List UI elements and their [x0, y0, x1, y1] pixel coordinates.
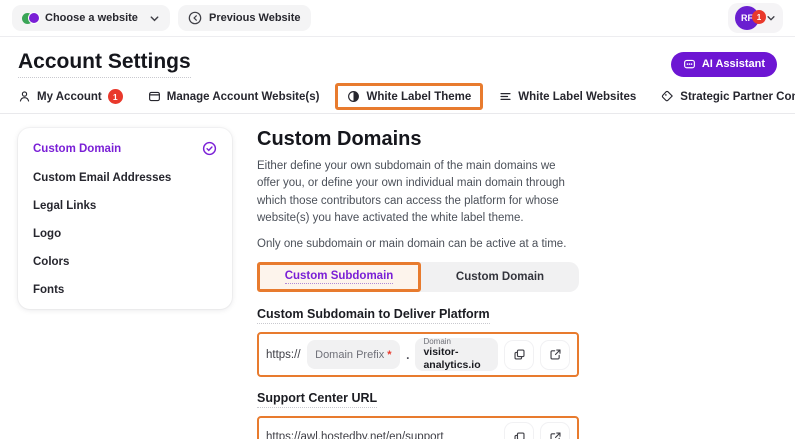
page-header: Account Settings AI Assistant [0, 37, 795, 87]
domain-prefix-input[interactable]: Domain Prefix * [307, 340, 401, 369]
ai-assistant-label: AI Assistant [702, 58, 765, 70]
tab-white-label-websites[interactable]: White Label Websites [499, 90, 636, 103]
domain-separator: . [406, 348, 409, 362]
support-url-row: https://awl.hostedby.net/en/support [257, 416, 579, 439]
notification-badge: 1 [752, 10, 766, 24]
copy-icon [513, 431, 526, 439]
copy-subdomain-button[interactable] [504, 340, 534, 370]
browser-icon [148, 90, 161, 103]
required-asterisk: * [387, 349, 391, 361]
sidebar-item-label: Legal Links [33, 200, 96, 212]
account-settings-page: Choose a website Previous Website RF 1 [0, 0, 795, 439]
copy-icon [513, 348, 526, 361]
protocol-label: https:// [266, 349, 301, 361]
external-link-icon [549, 348, 562, 361]
support-url-value: https://awl.hostedby.net/en/support [266, 431, 444, 439]
domain-type-tabs: Custom Subdomain Custom Domain [257, 262, 579, 292]
domain-select[interactable]: Domain visitor-analytics.io [415, 338, 498, 371]
open-subdomain-button[interactable] [540, 340, 570, 370]
list-icon [499, 90, 512, 103]
sidebar-item-custom-domain[interactable]: Custom Domain [18, 133, 232, 164]
section-note: Only one subdomain or main domain can be… [257, 238, 579, 250]
chevron-down-icon [766, 13, 776, 23]
sidebar-item-label: Logo [33, 228, 61, 240]
sidebar-item-label: Fonts [33, 284, 64, 296]
tab-custom-domain[interactable]: Custom Domain [421, 262, 579, 292]
choose-website-dropdown[interactable]: Choose a website [12, 5, 170, 31]
tab-badge: 1 [108, 89, 123, 104]
content-area: Custom Domain Custom Email Addresses Leg… [0, 114, 795, 439]
tab-label: White Label Theme [366, 91, 471, 103]
website-favicon-icon [22, 12, 38, 24]
domain-select-value: visitor-analytics.io [423, 346, 490, 372]
tab-label: My Account [37, 91, 102, 103]
arrow-left-circle-icon [188, 11, 202, 25]
copy-support-url-button[interactable] [504, 422, 534, 439]
tab-custom-subdomain[interactable]: Custom Subdomain [257, 262, 421, 292]
user-menu[interactable]: RF 1 [728, 3, 783, 33]
tab-label: Custom Domain [456, 271, 544, 283]
section-description: Either define your own subdomain of the … [257, 158, 579, 227]
sidebar-item-label: Colors [33, 256, 69, 268]
subdomain-section-heading: Custom Subdomain to Deliver Platform [257, 307, 490, 324]
tab-my-account[interactable]: My Account 1 [18, 89, 123, 104]
tab-white-label-theme[interactable]: White Label Theme [335, 83, 483, 110]
choose-website-label: Choose a website [45, 12, 138, 24]
tab-label: White Label Websites [518, 91, 636, 103]
sidebar-item-label: Custom Email Addresses [33, 172, 171, 184]
sidebar-item-custom-email-addresses[interactable]: Custom Email Addresses [18, 164, 232, 192]
open-support-url-button[interactable] [540, 422, 570, 439]
sidebar-item-legal-links[interactable]: Legal Links [18, 192, 232, 220]
contrast-icon [347, 90, 360, 103]
domain-select-label: Domain [423, 337, 451, 347]
user-icon [18, 90, 31, 103]
ai-assistant-button[interactable]: AI Assistant [671, 52, 777, 77]
chevron-down-icon [149, 13, 160, 24]
external-link-icon [549, 431, 562, 439]
chat-bubble-icon [683, 58, 696, 71]
page-title: Account Settings [18, 50, 191, 78]
section-title: Custom Domains [257, 128, 579, 151]
settings-sidebar: Custom Domain Custom Email Addresses Leg… [18, 128, 232, 309]
settings-tab-bar: My Account 1 Manage Account Website(s) W… [0, 87, 795, 114]
previous-website-label: Previous Website [209, 12, 301, 24]
top-bar: Choose a website Previous Website RF 1 [0, 0, 795, 37]
sidebar-item-fonts[interactable]: Fonts [18, 276, 232, 304]
sidebar-item-colors[interactable]: Colors [18, 248, 232, 276]
sidebar-item-logo[interactable]: Logo [18, 220, 232, 248]
previous-website-button[interactable]: Previous Website [178, 5, 311, 31]
tab-manage-account-websites[interactable]: Manage Account Website(s) [148, 90, 320, 103]
tab-label: Manage Account Website(s) [167, 91, 320, 103]
subdomain-input-row: https:// Domain Prefix * . Domain visito… [257, 332, 579, 377]
tab-strategic-partner-commission[interactable]: Strategic Partner Commission [661, 90, 795, 103]
tag-icon [661, 90, 674, 103]
support-section-heading: Support Center URL [257, 391, 377, 408]
tab-label: Custom Subdomain [285, 270, 394, 284]
domain-prefix-placeholder: Domain Prefix [315, 349, 384, 361]
custom-domains-panel: Custom Domains Either define your own su… [257, 128, 579, 439]
tab-label: Strategic Partner Commission [680, 91, 795, 103]
sidebar-item-label: Custom Domain [33, 143, 121, 155]
check-circle-icon [202, 141, 217, 156]
